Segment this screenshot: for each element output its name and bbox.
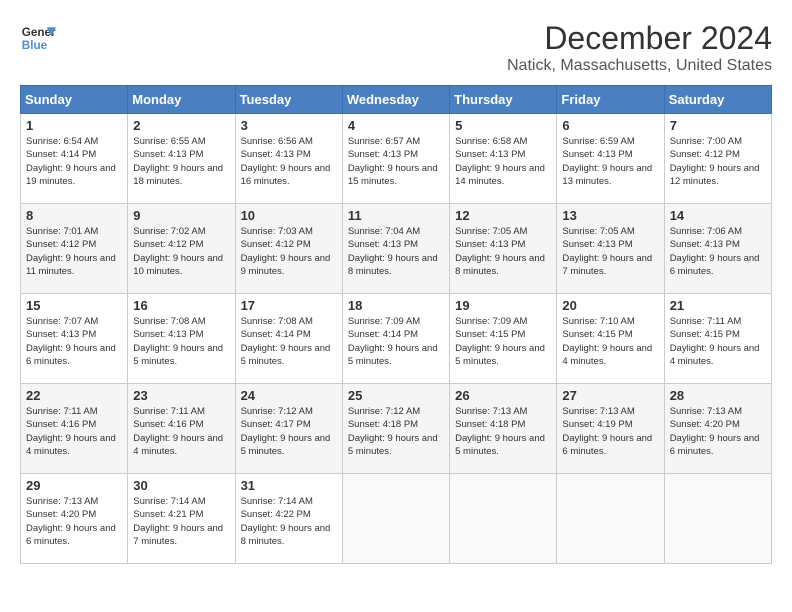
logo-icon: General Blue	[20, 20, 56, 56]
table-row	[450, 474, 557, 564]
calendar-title: December 2024	[507, 20, 772, 57]
table-row: 30Sunrise: 7:14 AMSunset: 4:21 PMDayligh…	[128, 474, 235, 564]
table-row: 20Sunrise: 7:10 AMSunset: 4:15 PMDayligh…	[557, 294, 664, 384]
table-row: 9Sunrise: 7:02 AMSunset: 4:12 PMDaylight…	[128, 204, 235, 294]
svg-text:Blue: Blue	[22, 39, 48, 52]
table-row: 11Sunrise: 7:04 AMSunset: 4:13 PMDayligh…	[342, 204, 449, 294]
table-row: 17Sunrise: 7:08 AMSunset: 4:14 PMDayligh…	[235, 294, 342, 384]
table-row: 18Sunrise: 7:09 AMSunset: 4:14 PMDayligh…	[342, 294, 449, 384]
col-tuesday: Tuesday	[235, 86, 342, 114]
col-sunday: Sunday	[21, 86, 128, 114]
col-wednesday: Wednesday	[342, 86, 449, 114]
table-row: 22Sunrise: 7:11 AMSunset: 4:16 PMDayligh…	[21, 384, 128, 474]
table-row: 29Sunrise: 7:13 AMSunset: 4:20 PMDayligh…	[21, 474, 128, 564]
table-row: 13Sunrise: 7:05 AMSunset: 4:13 PMDayligh…	[557, 204, 664, 294]
table-row: 5Sunrise: 6:58 AMSunset: 4:13 PMDaylight…	[450, 114, 557, 204]
header: General Blue December 2024 Natick, Massa…	[20, 20, 772, 75]
table-row: 14Sunrise: 7:06 AMSunset: 4:13 PMDayligh…	[664, 204, 771, 294]
table-row: 2Sunrise: 6:55 AMSunset: 4:13 PMDaylight…	[128, 114, 235, 204]
table-row: 15Sunrise: 7:07 AMSunset: 4:13 PMDayligh…	[21, 294, 128, 384]
table-row: 7Sunrise: 7:00 AMSunset: 4:12 PMDaylight…	[664, 114, 771, 204]
col-friday: Friday	[557, 86, 664, 114]
header-row: Sunday Monday Tuesday Wednesday Thursday…	[21, 86, 772, 114]
table-row: 21Sunrise: 7:11 AMSunset: 4:15 PMDayligh…	[664, 294, 771, 384]
table-row: 3Sunrise: 6:56 AMSunset: 4:13 PMDaylight…	[235, 114, 342, 204]
table-row: 10Sunrise: 7:03 AMSunset: 4:12 PMDayligh…	[235, 204, 342, 294]
table-row: 6Sunrise: 6:59 AMSunset: 4:13 PMDaylight…	[557, 114, 664, 204]
col-thursday: Thursday	[450, 86, 557, 114]
title-area: December 2024 Natick, Massachusetts, Uni…	[507, 20, 772, 75]
table-row: 19Sunrise: 7:09 AMSunset: 4:15 PMDayligh…	[450, 294, 557, 384]
table-row: 26Sunrise: 7:13 AMSunset: 4:18 PMDayligh…	[450, 384, 557, 474]
calendar-subtitle: Natick, Massachusetts, United States	[507, 57, 772, 75]
col-monday: Monday	[128, 86, 235, 114]
table-row: 12Sunrise: 7:05 AMSunset: 4:13 PMDayligh…	[450, 204, 557, 294]
table-row: 8Sunrise: 7:01 AMSunset: 4:12 PMDaylight…	[21, 204, 128, 294]
table-row	[557, 474, 664, 564]
logo: General Blue	[20, 20, 56, 56]
table-row: 24Sunrise: 7:12 AMSunset: 4:17 PMDayligh…	[235, 384, 342, 474]
table-row: 25Sunrise: 7:12 AMSunset: 4:18 PMDayligh…	[342, 384, 449, 474]
col-saturday: Saturday	[664, 86, 771, 114]
table-row: 4Sunrise: 6:57 AMSunset: 4:13 PMDaylight…	[342, 114, 449, 204]
table-row: 1Sunrise: 6:54 AMSunset: 4:14 PMDaylight…	[21, 114, 128, 204]
table-row: 16Sunrise: 7:08 AMSunset: 4:13 PMDayligh…	[128, 294, 235, 384]
table-row	[664, 474, 771, 564]
calendar-table: Sunday Monday Tuesday Wednesday Thursday…	[20, 85, 772, 564]
table-row: 23Sunrise: 7:11 AMSunset: 4:16 PMDayligh…	[128, 384, 235, 474]
table-row: 31Sunrise: 7:14 AMSunset: 4:22 PMDayligh…	[235, 474, 342, 564]
table-row: 28Sunrise: 7:13 AMSunset: 4:20 PMDayligh…	[664, 384, 771, 474]
table-row: 27Sunrise: 7:13 AMSunset: 4:19 PMDayligh…	[557, 384, 664, 474]
table-row	[342, 474, 449, 564]
